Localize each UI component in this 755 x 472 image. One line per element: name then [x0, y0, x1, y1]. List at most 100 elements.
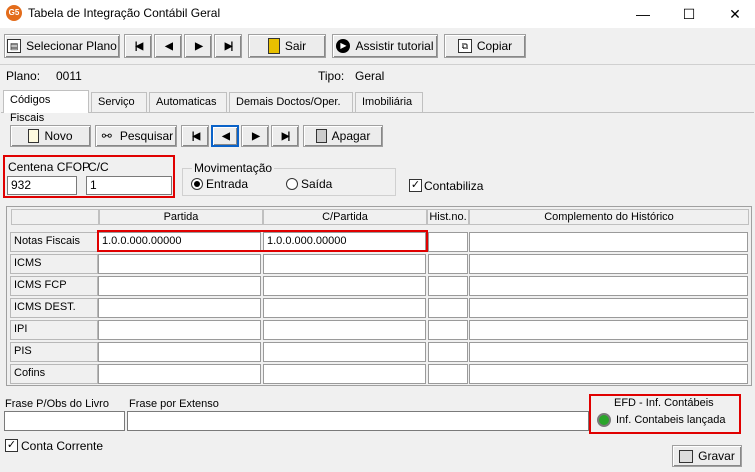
cpartida-cell[interactable] [263, 298, 426, 318]
frase-extenso-input[interactable] [127, 411, 589, 431]
partida-cell[interactable] [98, 276, 261, 296]
tipo-label: Tipo: [318, 69, 345, 83]
title-bar: G5 Tabela de Integração Contábil Geral —… [0, 0, 755, 28]
header-hist: Hist.no. [427, 209, 469, 225]
grid-corner [11, 209, 99, 225]
tutorial-label: Assistir tutorial [355, 39, 434, 53]
save-cart-icon [679, 449, 694, 463]
saida-radio[interactable] [286, 178, 298, 190]
first-record-button[interactable]: |◀ [124, 34, 152, 58]
row-label: Cofins [10, 364, 98, 384]
cc-input[interactable]: 1 [86, 176, 172, 195]
next-item-button[interactable]: ▶ [241, 125, 269, 147]
entrada-radio[interactable] [191, 178, 203, 190]
frase-obs-input[interactable] [4, 411, 125, 431]
partida-cell[interactable] [98, 298, 261, 318]
cpartida-cell[interactable] [263, 320, 426, 340]
first-icon: |◀ [191, 130, 200, 142]
maximize-button[interactable]: ☐ [666, 0, 712, 28]
complemento-cell[interactable] [469, 364, 748, 384]
frase-extenso-label: Frase por Extenso [129, 398, 219, 410]
app-logo-icon: G5 [6, 5, 22, 21]
plano-value: 0011 [56, 69, 82, 83]
last-item-button[interactable]: ▶| [271, 125, 299, 147]
frase-obs-label: Frase P/Obs do Livro [5, 398, 109, 410]
header-partida: Partida [99, 209, 263, 225]
save-button[interactable]: Gravar [672, 445, 742, 467]
cpartida-cell[interactable] [263, 364, 426, 384]
hist-cell[interactable] [428, 364, 468, 384]
prev-record-button[interactable]: ◀ [154, 34, 182, 58]
delete-label: Apagar [331, 129, 371, 143]
copy-label: Copiar [476, 39, 513, 53]
binoculars-icon: ⚯ [101, 129, 112, 143]
plano-label: Plano: [6, 69, 41, 83]
centena-cfop-input[interactable]: 932 [7, 176, 77, 195]
cpartida-cell[interactable] [263, 276, 426, 296]
cc-label: C/C [88, 160, 109, 174]
first-icon: |◀ [134, 40, 143, 52]
centena-cfop-label: Centena CFOP [8, 160, 91, 174]
complemento-cell[interactable] [469, 276, 748, 296]
header-complemento: Complemento do Histórico [469, 209, 749, 225]
select-plan-label: Selecionar Plano [26, 39, 117, 53]
row-label: ICMS DEST. [10, 298, 98, 318]
hist-cell[interactable] [428, 320, 468, 340]
hist-cell[interactable] [428, 232, 468, 252]
partida-cell[interactable] [98, 320, 261, 340]
complemento-cell[interactable] [469, 254, 748, 274]
next-icon: ▶ [252, 130, 260, 142]
cpartida-cell[interactable] [263, 254, 426, 274]
contabiliza-label: Contabiliza [424, 179, 484, 193]
last-icon: ▶| [281, 130, 290, 142]
toolbar-divider [0, 64, 755, 65]
new-label: Novo [44, 129, 73, 143]
prev-icon: ◀ [165, 40, 173, 52]
cpartida-cell[interactable] [263, 342, 426, 362]
minimize-button[interactable]: — [620, 0, 666, 28]
plan-table-icon: ▤ [7, 39, 22, 53]
partida-highlight [97, 230, 428, 252]
first-item-button[interactable]: |◀ [181, 125, 209, 147]
new-button[interactable]: Novo [10, 125, 91, 147]
last-record-button[interactable]: ▶| [214, 34, 242, 58]
copy-button[interactable]: ⧉ Copiar [444, 34, 526, 58]
movimentacao-label: Movimentação [192, 161, 275, 175]
tab-servico[interactable]: Serviço [91, 92, 147, 112]
close-button[interactable]: ✕ [712, 0, 755, 28]
search-button[interactable]: ⚯ Pesquisar [95, 125, 177, 147]
delete-button[interactable]: Apagar [303, 125, 383, 147]
hist-cell[interactable] [428, 254, 468, 274]
conta-corrente-checkbox[interactable]: ✓ [5, 439, 18, 452]
complemento-cell[interactable] [469, 342, 748, 362]
partida-cell[interactable] [98, 342, 261, 362]
prev-icon: ◀ [222, 130, 230, 142]
exit-button[interactable]: Sair [248, 34, 326, 58]
exit-label: Sair [284, 39, 307, 53]
complemento-cell[interactable] [469, 298, 748, 318]
partida-cell[interactable] [98, 364, 261, 384]
tab-imobiliaria[interactable]: Imobiliária [355, 92, 423, 112]
tab-demais-doctos[interactable]: Demais Doctos/Oper. [229, 92, 353, 112]
status-light-icon [597, 413, 611, 427]
row-label: Notas Fiscais [10, 232, 98, 252]
complemento-cell[interactable] [469, 320, 748, 340]
select-plan-button[interactable]: ▤ Selecionar Plano [4, 34, 120, 58]
hist-cell[interactable] [428, 298, 468, 318]
contabiliza-checkbox[interactable]: ✓ [409, 179, 422, 192]
tab-automaticas[interactable]: Automaticas [149, 92, 227, 112]
hist-cell[interactable] [428, 276, 468, 296]
window-title: Tabela de Integração Contábil Geral [28, 6, 221, 20]
partida-cell[interactable] [98, 254, 261, 274]
efd-status-text: Inf. Contabeis lançada [616, 414, 726, 426]
play-icon: ▶ [336, 39, 351, 53]
save-label: Gravar [698, 449, 735, 463]
trash-icon [315, 129, 327, 143]
row-label: PIS [10, 342, 98, 362]
complemento-cell[interactable] [469, 232, 748, 252]
tutorial-button[interactable]: ▶ Assistir tutorial [332, 34, 438, 58]
hist-cell[interactable] [428, 342, 468, 362]
tab-codigos-fiscais[interactable]: Códigos Fiscais [3, 90, 89, 124]
next-record-button[interactable]: ▶ [184, 34, 212, 58]
prev-item-button[interactable]: ◀ [211, 125, 239, 147]
